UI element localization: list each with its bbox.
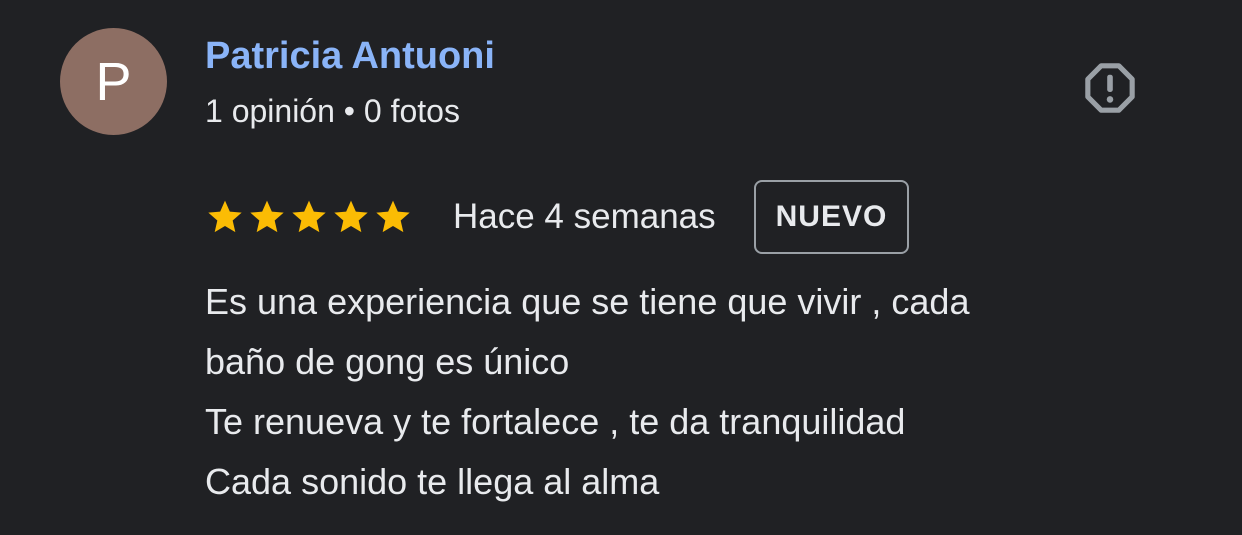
review-text-line: Es una experiencia que se tiene que vivi… — [205, 281, 970, 322]
star-icon — [247, 197, 287, 237]
author-name-link[interactable]: Patricia Antuoni — [205, 34, 495, 78]
report-icon — [1085, 63, 1135, 113]
star-icon — [331, 197, 371, 237]
star-rating — [205, 197, 413, 237]
star-icon — [373, 197, 413, 237]
star-icon — [205, 197, 245, 237]
review-date: Hace 4 semanas — [453, 197, 716, 236]
star-icon — [289, 197, 329, 237]
review-text-line: baño de gong es único — [205, 341, 570, 382]
review-text-line: Cada sonido te llega al alma — [205, 461, 660, 502]
report-review-button[interactable] — [1080, 58, 1140, 118]
review-text: Es una experiencia que se tiene que vivi… — [205, 272, 1205, 512]
avatar[interactable]: P — [60, 28, 167, 135]
author-meta: 1 opinión • 0 fotos — [205, 93, 460, 129]
new-badge: NUEVO — [753, 180, 910, 254]
rating-row: Hace 4 semanas NUEVO — [205, 180, 910, 254]
review-text-line: Te renueva y te fortalece , te da tranqu… — [205, 401, 906, 442]
